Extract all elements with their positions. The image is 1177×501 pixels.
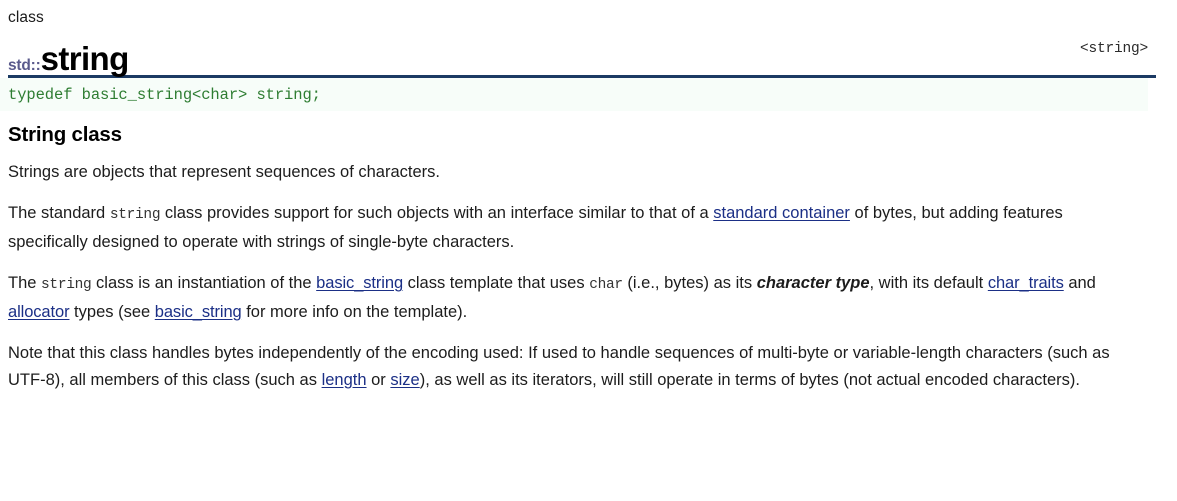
paragraph-1-text: Strings are objects that represent seque… <box>8 163 440 181</box>
link-basic-string-2[interactable]: basic_string <box>155 303 242 321</box>
link-allocator[interactable]: allocator <box>8 303 70 321</box>
typedef-code-line: typedef basic_string<char> string; <box>8 86 321 104</box>
p3-text-7: types (see <box>69 303 155 321</box>
page-title: std::string <box>8 42 129 75</box>
p2-text-1: The standard <box>8 204 110 222</box>
p4-text-2: or <box>366 371 391 389</box>
paragraph-4: Note that this class handles bytes indep… <box>8 340 1146 394</box>
p3-text-8: for more info on the template). <box>241 303 468 321</box>
link-char-traits[interactable]: char_traits <box>988 274 1064 292</box>
paragraph-2: The standard string class provides suppo… <box>8 200 1146 256</box>
reference-page: class std::string <string> typedef basic… <box>0 0 1177 501</box>
p3-text-4: (i.e., bytes) as its <box>622 274 757 292</box>
page-header: class std::string <string> <box>0 0 1177 78</box>
title-namespace: std:: <box>8 57 41 74</box>
link-standard-container[interactable]: standard container <box>713 204 850 222</box>
p3-text-1: The <box>8 274 42 292</box>
title-divider <box>8 75 1156 78</box>
p3-text-2: class is an instantiation of the <box>91 274 317 292</box>
title-name: string <box>40 40 130 77</box>
link-length[interactable]: length <box>322 371 367 389</box>
inline-code-string-2: string <box>41 277 92 293</box>
entity-kind-label: class <box>8 9 44 26</box>
section-heading: String class <box>8 123 122 146</box>
paragraph-3: The string class is an instantiation of … <box>8 270 1146 326</box>
typedef-code-block: typedef basic_string<char> string; <box>0 78 1148 111</box>
p4-text-3: ), as well as its iterators, will still … <box>419 371 1081 389</box>
paragraph-1: Strings are objects that represent seque… <box>8 159 1146 186</box>
p3-text-5: , with its default <box>869 274 988 292</box>
link-basic-string[interactable]: basic_string <box>316 274 403 292</box>
inline-code-string: string <box>109 207 161 223</box>
title-row: std::string <string> <box>8 27 1177 75</box>
p3-text-6: and <box>1063 274 1096 292</box>
emphasis-character-type: character type <box>756 274 870 292</box>
page-content: String class Strings are objects that re… <box>0 123 1177 394</box>
link-size[interactable]: size <box>390 371 419 389</box>
inline-code-char: char <box>589 277 623 293</box>
p2-text-2: class provides support for such objects … <box>160 204 714 222</box>
include-header-name: <string> <box>1079 41 1148 57</box>
p3-text-3: class template that uses <box>403 274 590 292</box>
